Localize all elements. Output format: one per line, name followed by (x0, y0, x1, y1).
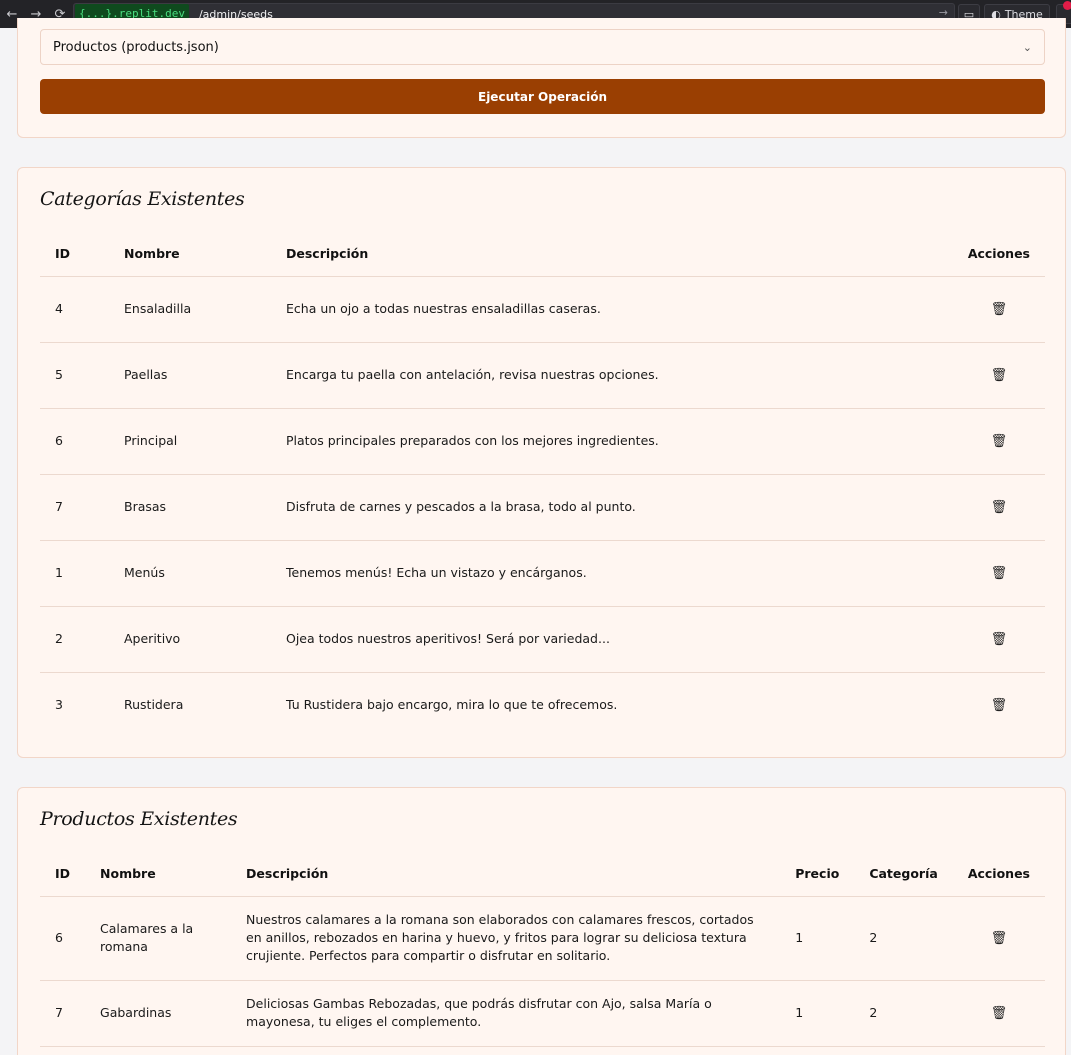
header-category: Categoría (854, 852, 953, 897)
chevron-down-icon: ⌄ (1022, 40, 1032, 54)
cell-name: Paellas (109, 342, 271, 409)
cell-id: 2 (40, 606, 109, 673)
table-row: 7 Gabardinas Deliciosas Gambas Rebozadas… (40, 980, 1045, 1047)
header-description: Descripción (271, 232, 953, 277)
header-id: ID (40, 852, 86, 897)
cell-description: Tu Rustidera bajo encargo, mira lo que t… (286, 697, 618, 713)
table-row: 6 Calamares a la romana Nuestros calamar… (40, 896, 1045, 981)
cell-description: Ojea todos nuestros aperitivos! Será por… (271, 606, 953, 673)
seed-file-select[interactable]: Productos (products.json) ⌄ (40, 29, 1045, 65)
seed-operation-card: Productos (products.json) ⌄ Ejecutar Ope… (17, 18, 1066, 138)
cell-category: 2 (854, 980, 953, 1047)
table-header-row: ID Nombre Descripción Acciones (40, 232, 1045, 277)
cell-category: 2 (854, 896, 953, 981)
cell-id: 7 (40, 474, 109, 541)
cell-description: Encarga tu paella con antelación, revisa… (271, 342, 953, 409)
cell-price: 1 (780, 896, 855, 981)
table-row: 1 Menús Tenemos menús! Echa un vistazo y… (40, 540, 1045, 607)
cell-id: 7 (40, 980, 86, 1047)
table-row: 3 Rustidera Tu Rustidera bajo encargo, m… (40, 672, 1045, 738)
cell-id: 3 (55, 697, 63, 713)
table-header-row: ID Nombre Descripción Precio Categoría A… (40, 852, 1045, 897)
table-row: 5 Paellas Encarga tu paella con antelaci… (40, 342, 1045, 409)
cell-description: Platos principales preparados con los me… (271, 408, 953, 475)
header-price: Precio (780, 852, 855, 897)
table-row: 4 Ensaladilla Echa un ojo a todas nuestr… (40, 276, 1045, 343)
table-row: 7 Brasas Disfruta de carnes y pescados a… (40, 474, 1045, 541)
categories-card: Categorías Existentes ID Nombre Descripc… (17, 167, 1066, 758)
trash-icon[interactable]: 🗑 (991, 368, 1008, 383)
cell-id: 4 (40, 276, 109, 343)
header-actions: Acciones (952, 232, 1045, 277)
table-row: 6 Principal Platos principales preparado… (40, 408, 1045, 475)
trash-icon[interactable]: 🗑 (991, 434, 1008, 449)
header-name: Nombre (109, 232, 271, 277)
header-name: Nombre (85, 852, 232, 897)
cell-name: Ensaladilla (109, 276, 271, 343)
cell-name: Menús (109, 540, 271, 607)
trash-icon[interactable]: 🗑 (991, 566, 1008, 581)
cell-description: Deliciosas Gambas Rebozadas, que podrás … (231, 980, 781, 1047)
selected-option: Productos (products.json) (53, 39, 219, 55)
cell-name: Rustidera (124, 697, 184, 713)
products-title: Productos Existentes (40, 808, 238, 830)
cell-id: 6 (40, 896, 86, 981)
products-table: ID Nombre Descripción Precio Categoría A… (40, 852, 1045, 1047)
cell-description: Nuestros calamares a la romana son elabo… (231, 896, 781, 981)
cell-id: 5 (40, 342, 109, 409)
cell-description: Echa un ojo a todas nuestras ensaladilla… (271, 276, 953, 343)
trash-icon[interactable]: 🗑 (991, 632, 1008, 647)
notification-badge (1063, 1, 1071, 10)
cell-name: Gabardinas (85, 980, 232, 1047)
trash-icon[interactable]: 🗑 (991, 302, 1008, 317)
trash-icon[interactable]: 🗑 (991, 1006, 1008, 1021)
categories-title: Categorías Existentes (40, 188, 245, 210)
cell-id: 1 (40, 540, 109, 607)
trash-icon[interactable]: 🗑 (991, 931, 1008, 946)
cell-description: Tenemos menús! Echa un vistazo y encárga… (271, 540, 953, 607)
products-card: Productos Existentes ID Nombre Descripci… (17, 787, 1066, 1055)
table-row: 2 Aperitivo Ojea todos nuestros aperitiv… (40, 606, 1045, 673)
execute-operation-button[interactable]: Ejecutar Operación (40, 79, 1045, 114)
cell-name: Aperitivo (109, 606, 271, 673)
cell-name: Calamares a la romana (85, 896, 232, 981)
header-description: Descripción (231, 852, 781, 897)
trash-icon[interactable]: 🗑 (991, 500, 1008, 515)
cell-name: Brasas (109, 474, 271, 541)
categories-table: ID Nombre Descripción Acciones 4 Ensalad… (40, 232, 1045, 738)
cell-id: 6 (40, 408, 109, 475)
header-actions: Acciones (952, 852, 1045, 897)
cell-price: 1 (780, 980, 855, 1047)
header-id: ID (40, 232, 109, 277)
trash-icon[interactable]: 🗑 (991, 698, 1008, 713)
cell-name: Principal (109, 408, 271, 475)
cell-description: Disfruta de carnes y pescados a la brasa… (271, 474, 953, 541)
